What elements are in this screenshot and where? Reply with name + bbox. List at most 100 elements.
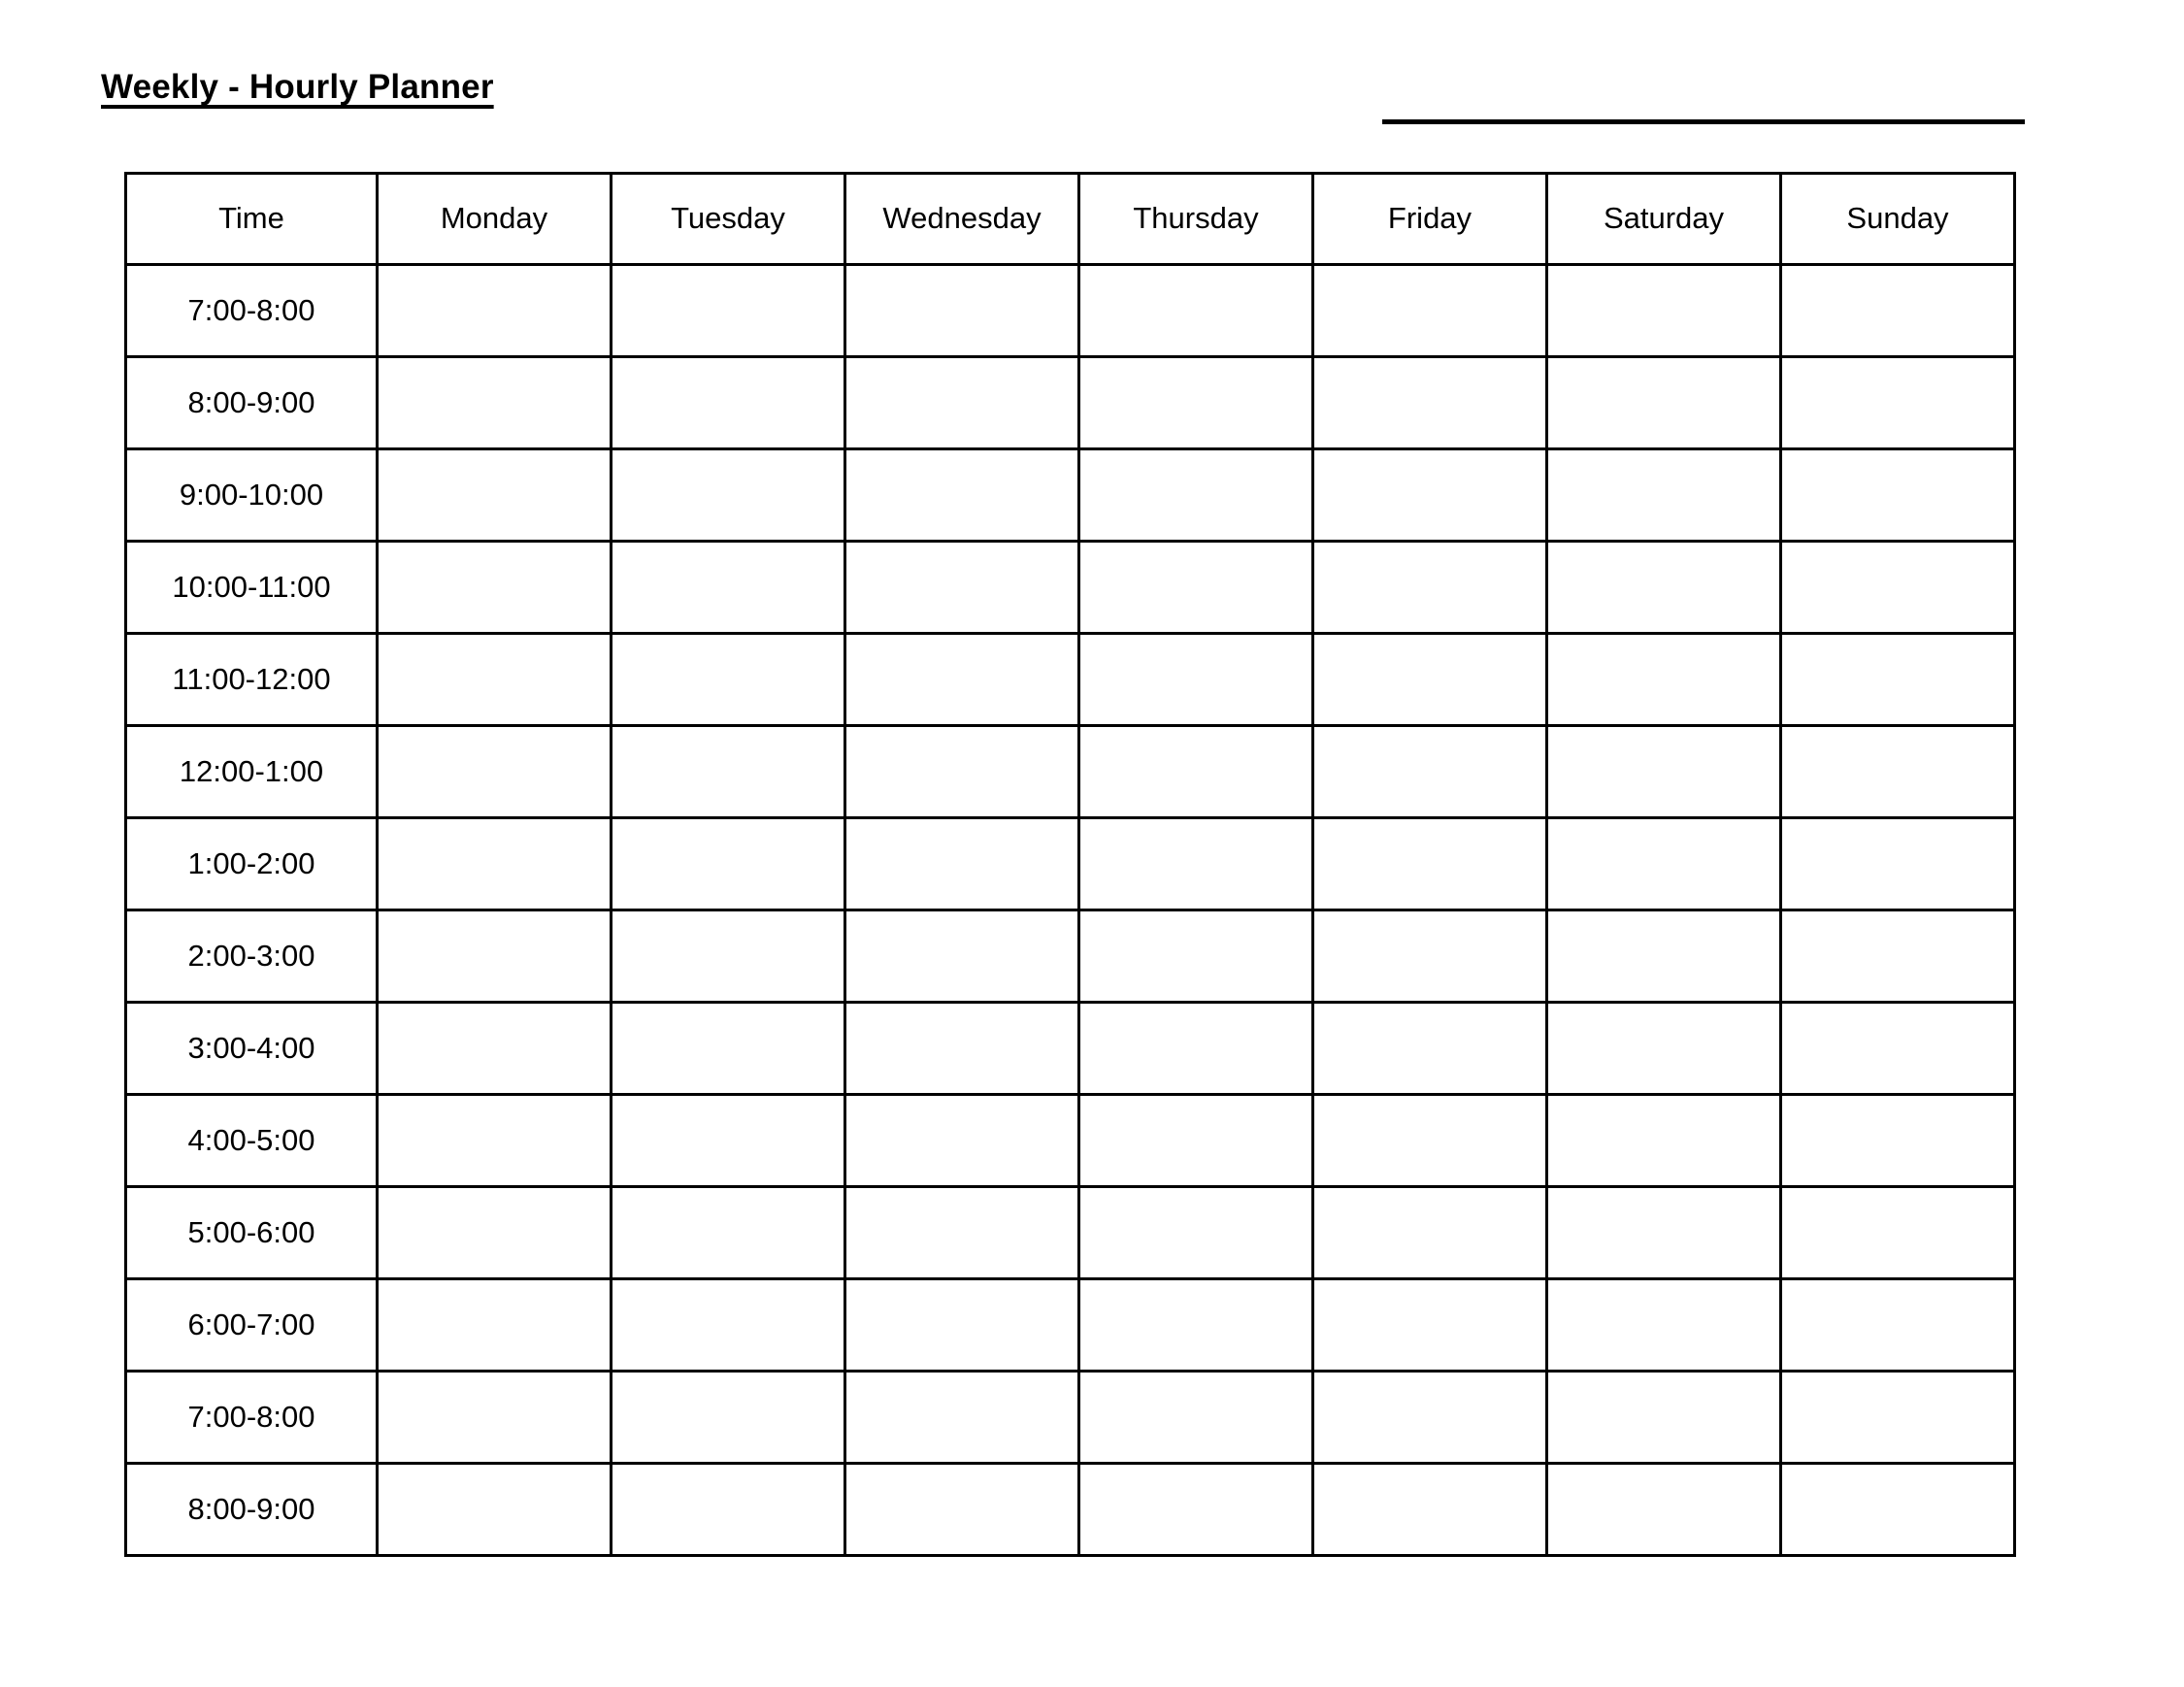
planner-cell-tuesday[interactable] <box>610 263 846 358</box>
planner-cell-friday[interactable] <box>1311 909 1548 1004</box>
planner-cell-thursday[interactable] <box>1077 1370 1314 1465</box>
planner-cell-thursday[interactable] <box>1077 1185 1314 1280</box>
planner-cell-saturday[interactable] <box>1545 1093 1782 1188</box>
planner-cell-tuesday[interactable] <box>610 1370 846 1465</box>
planner-cell-saturday[interactable] <box>1545 540 1782 635</box>
planner-cell-sunday[interactable] <box>1779 447 2016 543</box>
planner-cell-sunday[interactable] <box>1779 1462 2016 1557</box>
planner-cell-tuesday[interactable] <box>610 909 846 1004</box>
planner-cell-thursday[interactable] <box>1077 540 1314 635</box>
planner-cell-thursday[interactable] <box>1077 816 1314 911</box>
planner-cell-wednesday[interactable] <box>844 909 1080 1004</box>
planner-cell-saturday[interactable] <box>1545 909 1782 1004</box>
planner-cell-thursday[interactable] <box>1077 355 1314 450</box>
planner-cell-friday[interactable] <box>1311 447 1548 543</box>
planner-cell-thursday[interactable] <box>1077 724 1314 819</box>
planner-cell-wednesday[interactable] <box>844 1277 1080 1373</box>
planner-cell-wednesday[interactable] <box>844 632 1080 727</box>
planner-cell-tuesday[interactable] <box>610 1277 846 1373</box>
planner-cell-tuesday[interactable] <box>610 632 846 727</box>
planner-cell-friday[interactable] <box>1311 724 1548 819</box>
planner-cell-saturday[interactable] <box>1545 632 1782 727</box>
planner-cell-monday[interactable] <box>376 1093 612 1188</box>
planner-cell-sunday[interactable] <box>1779 632 2016 727</box>
planner-cell-thursday[interactable] <box>1077 263 1314 358</box>
planner-cell-tuesday[interactable] <box>610 816 846 911</box>
planner-cell-saturday[interactable] <box>1545 1277 1782 1373</box>
planner-cell-thursday[interactable] <box>1077 909 1314 1004</box>
planner-cell-friday[interactable] <box>1311 1093 1548 1188</box>
planner-cell-friday[interactable] <box>1311 263 1548 358</box>
planner-cell-saturday[interactable] <box>1545 1462 1782 1557</box>
planner-cell-friday[interactable] <box>1311 632 1548 727</box>
name-write-in-line[interactable] <box>1382 119 2025 124</box>
planner-cell-sunday[interactable] <box>1779 1185 2016 1280</box>
planner-cell-friday[interactable] <box>1311 1185 1548 1280</box>
planner-cell-sunday[interactable] <box>1779 909 2016 1004</box>
planner-cell-friday[interactable] <box>1311 355 1548 450</box>
planner-cell-tuesday[interactable] <box>610 724 846 819</box>
planner-cell-sunday[interactable] <box>1779 540 2016 635</box>
planner-cell-saturday[interactable] <box>1545 447 1782 543</box>
planner-cell-thursday[interactable] <box>1077 447 1314 543</box>
planner-cell-sunday[interactable] <box>1779 1001 2016 1096</box>
planner-cell-tuesday[interactable] <box>610 1462 846 1557</box>
planner-cell-saturday[interactable] <box>1545 816 1782 911</box>
planner-cell-monday[interactable] <box>376 355 612 450</box>
planner-cell-thursday[interactable] <box>1077 1277 1314 1373</box>
planner-cell-wednesday[interactable] <box>844 1093 1080 1188</box>
planner-cell-friday[interactable] <box>1311 816 1548 911</box>
planner-cell-monday[interactable] <box>376 1001 612 1096</box>
planner-cell-wednesday[interactable] <box>844 1185 1080 1280</box>
planner-cell-thursday[interactable] <box>1077 1462 1314 1557</box>
planner-cell-friday[interactable] <box>1311 1462 1548 1557</box>
planner-cell-monday[interactable] <box>376 632 612 727</box>
planner-cell-monday[interactable] <box>376 263 612 358</box>
planner-cell-wednesday[interactable] <box>844 1370 1080 1465</box>
planner-cell-tuesday[interactable] <box>610 540 846 635</box>
planner-cell-tuesday[interactable] <box>610 355 846 450</box>
planner-cell-wednesday[interactable] <box>844 1001 1080 1096</box>
planner-cell-wednesday[interactable] <box>844 355 1080 450</box>
planner-cell-wednesday[interactable] <box>844 263 1080 358</box>
planner-cell-tuesday[interactable] <box>610 1001 846 1096</box>
planner-cell-monday[interactable] <box>376 1277 612 1373</box>
planner-cell-wednesday[interactable] <box>844 724 1080 819</box>
planner-cell-monday[interactable] <box>376 816 612 911</box>
planner-cell-monday[interactable] <box>376 1462 612 1557</box>
planner-cell-monday[interactable] <box>376 724 612 819</box>
planner-cell-sunday[interactable] <box>1779 1277 2016 1373</box>
planner-cell-friday[interactable] <box>1311 1370 1548 1465</box>
planner-cell-monday[interactable] <box>376 1185 612 1280</box>
planner-cell-sunday[interactable] <box>1779 355 2016 450</box>
planner-cell-thursday[interactable] <box>1077 632 1314 727</box>
planner-cell-tuesday[interactable] <box>610 1093 846 1188</box>
planner-cell-sunday[interactable] <box>1779 263 2016 358</box>
planner-cell-saturday[interactable] <box>1545 1185 1782 1280</box>
planner-cell-monday[interactable] <box>376 447 612 543</box>
planner-cell-friday[interactable] <box>1311 1277 1548 1373</box>
planner-cell-monday[interactable] <box>376 1370 612 1465</box>
planner-cell-friday[interactable] <box>1311 540 1548 635</box>
planner-cell-monday[interactable] <box>376 909 612 1004</box>
planner-cell-wednesday[interactable] <box>844 816 1080 911</box>
planner-cell-monday[interactable] <box>376 540 612 635</box>
planner-cell-sunday[interactable] <box>1779 724 2016 819</box>
planner-cell-thursday[interactable] <box>1077 1093 1314 1188</box>
planner-cell-sunday[interactable] <box>1779 816 2016 911</box>
planner-cell-thursday[interactable] <box>1077 1001 1314 1096</box>
planner-cell-sunday[interactable] <box>1779 1093 2016 1188</box>
planner-cell-saturday[interactable] <box>1545 1370 1782 1465</box>
planner-cell-tuesday[interactable] <box>610 1185 846 1280</box>
planner-cell-tuesday[interactable] <box>610 447 846 543</box>
table-row: 1:00-2:00 <box>124 816 2016 911</box>
planner-cell-wednesday[interactable] <box>844 540 1080 635</box>
planner-cell-friday[interactable] <box>1311 1001 1548 1096</box>
planner-cell-saturday[interactable] <box>1545 355 1782 450</box>
planner-cell-saturday[interactable] <box>1545 263 1782 358</box>
planner-cell-saturday[interactable] <box>1545 1001 1782 1096</box>
planner-cell-wednesday[interactable] <box>844 447 1080 543</box>
planner-cell-wednesday[interactable] <box>844 1462 1080 1557</box>
planner-cell-saturday[interactable] <box>1545 724 1782 819</box>
planner-cell-sunday[interactable] <box>1779 1370 2016 1465</box>
